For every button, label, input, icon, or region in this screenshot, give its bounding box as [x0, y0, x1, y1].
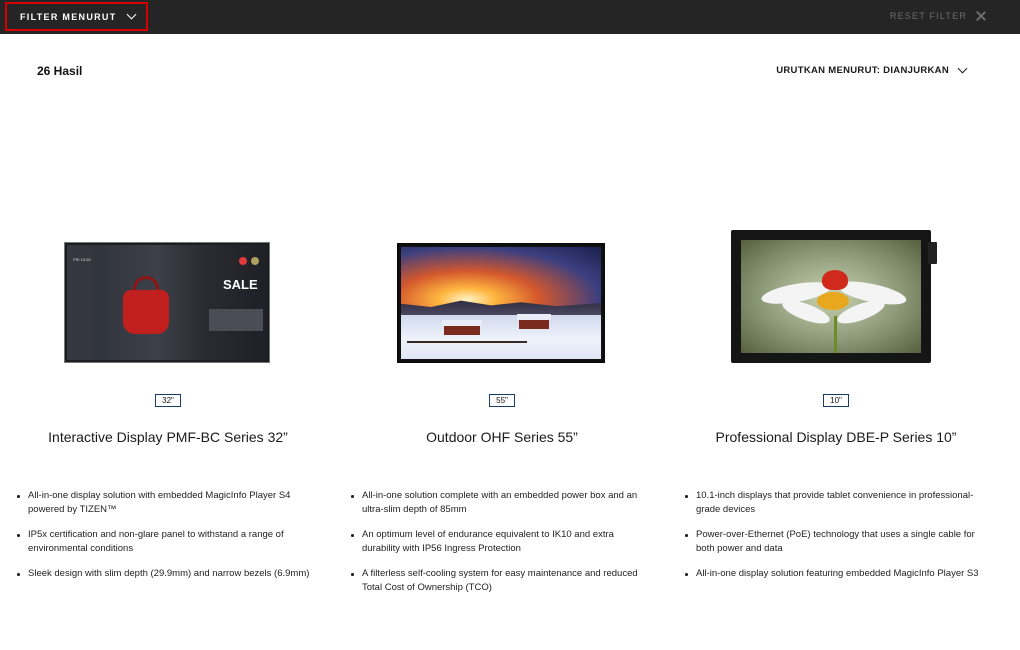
feature-item: IP5x certification and non-glare panel t…: [17, 528, 312, 556]
reset-filter-button[interactable]: RESET FILTER: [890, 11, 986, 21]
product-image-pmf-bc[interactable]: FRI 15:25 SALE: [64, 242, 270, 363]
size-badge: 10": [823, 394, 849, 407]
flower-center: [817, 292, 849, 310]
screen-button-icon: [251, 257, 259, 265]
fence-graphic: [407, 341, 527, 343]
screen-sidebar: [67, 245, 95, 360]
screen-button-icon: [239, 257, 247, 265]
feature-list: 10.1-inch displays that provide tablet c…: [685, 489, 980, 592]
handbag-graphic: [123, 290, 169, 334]
product-image-ohf[interactable]: [397, 243, 605, 363]
product-image-dbe-p[interactable]: [731, 230, 937, 363]
cabin-graphic: [444, 325, 480, 335]
stem-graphic: [834, 316, 837, 353]
product-name[interactable]: Professional Display DBE-P Series 10”: [669, 429, 1003, 445]
snow-field: [401, 309, 601, 359]
brand-tab: [928, 242, 937, 264]
product-name[interactable]: Outdoor OHF Series 55”: [335, 429, 669, 445]
feature-item: All-in-one display solution featuring em…: [685, 567, 980, 581]
cabin-roof: [442, 320, 482, 326]
sort-dropdown[interactable]: URUTKAN MENURUT: DIANJURKAN: [776, 63, 968, 76]
feature-list: All-in-one solution complete with an emb…: [351, 489, 646, 606]
chevron-down-icon: [957, 63, 968, 74]
feature-item: Sleek design with slim depth (29.9mm) an…: [17, 567, 312, 581]
cabin-graphic: [519, 319, 549, 329]
feature-list: All-in-one display solution with embedde…: [17, 489, 312, 592]
sort-dropdown-label: URUTKAN MENURUT: DIANJURKAN: [776, 65, 949, 76]
feature-item: All-in-one solution complete with an emb…: [351, 489, 646, 517]
cabin-roof: [517, 314, 551, 320]
ladybug-graphic: [822, 270, 848, 290]
feature-item: An optimum level of endurance equivalent…: [351, 528, 646, 556]
product-name[interactable]: Interactive Display PMF-BC Series 32”: [1, 429, 335, 445]
feature-item: A filterless self-cooling system for eas…: [351, 567, 646, 595]
feature-item: 10.1-inch displays that provide tablet c…: [685, 489, 980, 517]
chevron-down-icon: [126, 9, 136, 20]
screen-thumbnails: [209, 309, 263, 331]
filter-bar: FILTER MENURUT RESET FILTER: [0, 0, 1020, 34]
reset-filter-label: RESET FILTER: [889, 11, 967, 21]
screen-clock: FRI 15:25: [73, 257, 91, 262]
feature-item: Power-over-Ethernet (PoE) technology tha…: [685, 528, 980, 556]
filter-dropdown-label: FILTER MENURUT: [20, 11, 117, 22]
size-badge: 32": [155, 394, 181, 407]
close-icon: [976, 11, 986, 21]
screen-sale-text: SALE: [223, 277, 258, 292]
filter-dropdown-button[interactable]: FILTER MENURUT: [5, 2, 148, 31]
size-badge: 55": [489, 394, 515, 407]
results-count: 26 Hasil: [37, 64, 83, 78]
display-screen: [741, 240, 921, 353]
sunset-sky: [401, 247, 601, 309]
feature-item: All-in-one display solution with embedde…: [17, 489, 312, 517]
